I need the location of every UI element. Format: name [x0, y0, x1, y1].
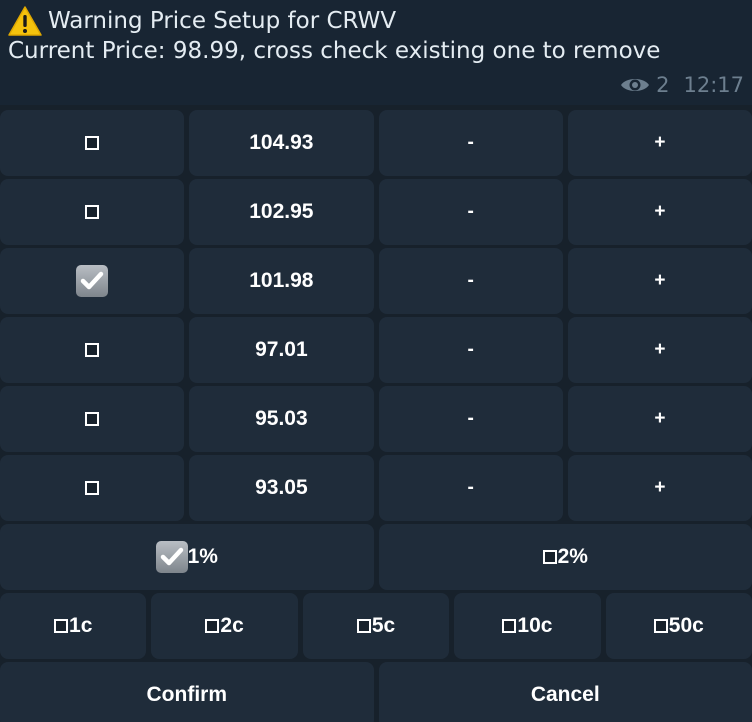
price-row: 102.95 - + — [0, 179, 752, 245]
unchecked-box-icon — [653, 619, 668, 633]
decrease-price-button[interactable]: - — [378, 455, 563, 521]
unchecked-box-icon — [85, 343, 100, 357]
price-value: 97.01 — [255, 338, 308, 361]
message-bubble: Warning Price Setup for CRWV Current Pri… — [0, 0, 752, 105]
message-meta: 2 12:17 — [620, 70, 744, 100]
price-value-button[interactable]: 93.05 — [189, 455, 374, 521]
cent-step-label: 50c — [668, 614, 704, 637]
percent-option-button[interactable]: 2% — [378, 524, 752, 590]
unchecked-box-icon — [54, 619, 69, 633]
message-title-text: Warning Price Setup for CRWV — [48, 8, 397, 34]
price-row: 93.05 - + — [0, 455, 752, 521]
unchecked-box-icon — [502, 619, 517, 633]
cent-step-button[interactable]: 5c — [302, 593, 450, 659]
cent-step-row: 1c 2c 5c 10c 50c — [0, 593, 752, 659]
increase-price-button[interactable]: + — [567, 455, 752, 521]
increase-price-button[interactable]: + — [567, 110, 752, 176]
plus-label: + — [654, 477, 666, 498]
cent-step-label: 1c — [69, 614, 93, 637]
plus-label: + — [654, 339, 666, 360]
action-row: Confirm Cancel — [0, 662, 752, 722]
price-value-button[interactable]: 101.98 — [189, 248, 374, 314]
price-value-button[interactable]: 102.95 — [189, 179, 374, 245]
increase-price-button[interactable]: + — [567, 179, 752, 245]
price-row: 104.93 - + — [0, 110, 752, 176]
price-row: 97.01 - + — [0, 317, 752, 383]
minus-label: - — [467, 339, 474, 360]
toggle-price-button[interactable] — [0, 317, 185, 383]
price-row: 95.03 - + — [0, 386, 752, 452]
decrease-price-button[interactable]: - — [378, 317, 563, 383]
minus-label: - — [467, 201, 474, 222]
checked-box-icon — [76, 265, 109, 297]
plus-label: + — [654, 270, 666, 291]
unchecked-box-icon — [542, 550, 557, 564]
message-time: 12:17 — [683, 73, 744, 97]
cent-step-label: 10c — [517, 614, 553, 637]
decrease-price-button[interactable]: - — [378, 248, 563, 314]
toggle-price-button[interactable] — [0, 110, 185, 176]
price-value: 93.05 — [255, 476, 308, 499]
plus-label: + — [654, 132, 666, 153]
unchecked-box-icon — [85, 205, 100, 219]
minus-label: - — [467, 477, 474, 498]
cent-step-button[interactable]: 2c — [151, 593, 298, 659]
price-value: 102.95 — [249, 200, 314, 223]
plus-label: + — [654, 201, 666, 222]
toggle-price-button[interactable] — [0, 248, 185, 314]
cent-step-label: 2c — [220, 614, 244, 637]
toggle-price-button[interactable] — [0, 179, 185, 245]
increase-price-button[interactable]: + — [567, 317, 752, 383]
minus-label: - — [467, 270, 474, 291]
decrease-price-button[interactable]: - — [378, 386, 563, 452]
percent-row: 1% 2% — [0, 524, 752, 590]
unchecked-box-icon — [85, 136, 100, 150]
current-price-text: Current Price: 98.99, cross check existi… — [8, 38, 661, 64]
warning-triangle-icon — [8, 6, 42, 36]
price-value: 104.93 — [249, 131, 314, 154]
bot-message-frame: Warning Price Setup for CRWV Current Pri… — [0, 0, 752, 722]
cent-step-label: 5c — [371, 614, 396, 637]
toggle-price-button[interactable] — [0, 455, 185, 521]
confirm-button[interactable]: Confirm — [0, 662, 374, 722]
price-value-button[interactable]: 104.93 — [189, 110, 374, 176]
increase-price-button[interactable]: + — [567, 248, 752, 314]
price-row: 101.98 - + — [0, 248, 752, 314]
plus-label: + — [654, 408, 666, 429]
toggle-price-button[interactable] — [0, 386, 185, 452]
increase-price-button[interactable]: + — [567, 386, 752, 452]
minus-label: - — [467, 132, 474, 153]
cent-step-button[interactable]: 50c — [605, 593, 752, 659]
minus-label: - — [467, 408, 474, 429]
unchecked-box-icon — [85, 412, 100, 426]
cent-step-button[interactable]: 1c — [0, 593, 147, 659]
percent-label: 1% — [187, 545, 218, 568]
unchecked-box-icon — [356, 619, 371, 633]
percent-label: 2% — [557, 545, 588, 568]
view-count: 2 — [656, 73, 670, 97]
unchecked-box-icon — [205, 619, 220, 633]
message-title: Warning Price Setup for CRWV — [8, 4, 396, 38]
checked-box-icon — [155, 541, 188, 573]
percent-option-button[interactable]: 1% — [0, 524, 374, 590]
price-value-button[interactable]: 95.03 — [189, 386, 374, 452]
decrease-price-button[interactable]: - — [378, 110, 563, 176]
eye-icon — [620, 74, 650, 96]
cent-step-button[interactable]: 10c — [454, 593, 601, 659]
price-value: 101.98 — [249, 269, 314, 292]
unchecked-box-icon — [85, 481, 100, 495]
price-value: 95.03 — [255, 407, 308, 430]
decrease-price-button[interactable]: - — [378, 179, 563, 245]
price-value-button[interactable]: 97.01 — [189, 317, 374, 383]
cancel-button[interactable]: Cancel — [378, 662, 752, 722]
